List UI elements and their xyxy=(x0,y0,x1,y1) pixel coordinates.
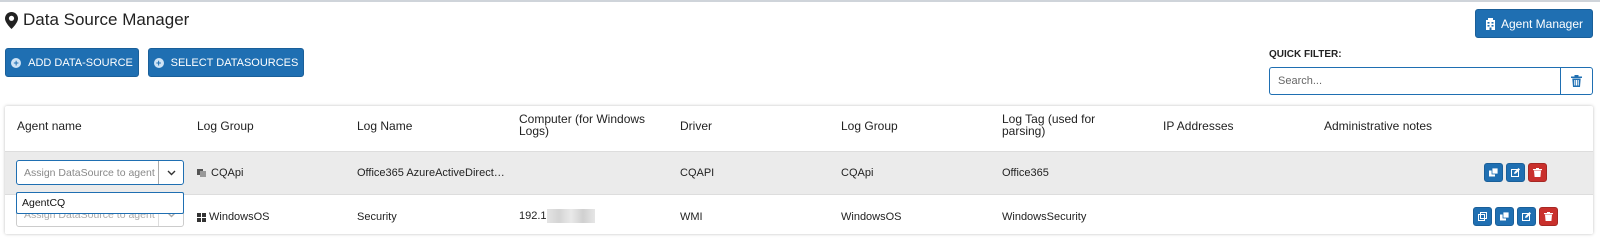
edit-button[interactable] xyxy=(1506,163,1525,182)
assign-agent-select[interactable]: Assign DataSource to agent xyxy=(16,160,184,185)
plus-circle-icon: + xyxy=(11,57,22,68)
clone-icon xyxy=(1478,212,1487,221)
column-header-driver[interactable]: Driver xyxy=(680,120,712,132)
log-group-text: WindowsOS xyxy=(209,211,270,223)
log-group-cell: CQApi xyxy=(197,167,243,179)
building-icon xyxy=(1485,17,1495,30)
trash-icon xyxy=(1571,75,1582,87)
log-group-2-cell: WindowsOS xyxy=(841,211,902,223)
select-datasources-button[interactable]: + SELECT DATASOURCES xyxy=(148,48,304,77)
column-header-log-group[interactable]: Log Group xyxy=(197,120,254,132)
column-header-admin-notes[interactable]: Administrative notes xyxy=(1324,120,1432,132)
windows-icon xyxy=(197,212,206,222)
log-name-cell: Office365 AzureActiveDirect… xyxy=(357,167,505,179)
quick-filter-search-input[interactable] xyxy=(1269,67,1560,95)
agent-manager-label: Agent Manager xyxy=(1500,16,1584,31)
delete-icon xyxy=(1544,212,1553,221)
computer-cell: 192.1 xyxy=(519,209,595,223)
delete-button[interactable] xyxy=(1539,207,1558,226)
column-header-log-group-2[interactable]: Log Group xyxy=(841,120,898,132)
log-name-cell: Security xyxy=(357,211,397,223)
agent-dropdown-option[interactable]: AgentCQ xyxy=(16,192,184,214)
assign-agent-placeholder: Assign DataSource to agent xyxy=(24,166,155,179)
page-title: Data Source Manager xyxy=(5,10,189,30)
table-row[interactable]: Assign DataSource to agent WindowsOS Sec… xyxy=(5,194,1593,234)
add-datasource-button[interactable]: + ADD DATA-SOURCE xyxy=(5,48,139,77)
delete-button[interactable] xyxy=(1528,163,1547,182)
column-header-log-name[interactable]: Log Name xyxy=(357,120,412,132)
top-border xyxy=(0,0,1600,2)
log-group-2-cell: CQApi xyxy=(841,167,874,179)
log-tag-cell: Office365 xyxy=(1002,167,1049,179)
column-header-computer[interactable]: Computer (for Windows Logs) xyxy=(519,113,659,137)
redacted-block xyxy=(546,209,595,223)
datasource-table: Agent name Log Group Log Name Computer (… xyxy=(5,106,1593,234)
copy-icon xyxy=(1489,168,1498,177)
edit-icon xyxy=(1522,212,1531,221)
api-icon xyxy=(197,169,206,177)
column-header-agent-name[interactable]: Agent name xyxy=(17,120,82,132)
column-header-ip-addresses[interactable]: IP Addresses xyxy=(1163,120,1234,132)
map-marker-icon xyxy=(5,11,18,29)
clear-filter-button[interactable] xyxy=(1560,67,1593,95)
page-title-text: Data Source Manager xyxy=(23,10,190,29)
copy-button[interactable] xyxy=(1495,207,1514,226)
add-datasource-label: ADD DATA-SOURCE xyxy=(28,56,133,69)
copy-button[interactable] xyxy=(1484,163,1503,182)
computer-text: 192.1 xyxy=(519,209,547,222)
agent-manager-button[interactable]: Agent Manager xyxy=(1475,9,1593,38)
log-group-text: CQApi xyxy=(211,167,244,179)
plus-circle-icon: + xyxy=(153,57,164,68)
clone-button[interactable] xyxy=(1473,207,1492,226)
chevron-down-icon[interactable] xyxy=(158,161,183,184)
quick-filter-label: QUICK FILTER: xyxy=(1269,49,1342,60)
edit-button[interactable] xyxy=(1517,207,1536,226)
edit-icon xyxy=(1511,168,1520,177)
driver-cell: CQAPI xyxy=(680,167,715,179)
table-row[interactable]: Assign DataSource to agent CQApi Office3… xyxy=(5,151,1593,195)
column-header-log-tag[interactable]: Log Tag (used for parsing) xyxy=(1002,113,1112,137)
driver-cell: WMI xyxy=(680,211,703,223)
log-group-cell: WindowsOS xyxy=(197,211,270,223)
copy-icon xyxy=(1500,212,1509,221)
select-datasources-label: SELECT DATASOURCES xyxy=(170,56,299,69)
log-tag-cell: WindowsSecurity xyxy=(1002,211,1087,223)
delete-icon xyxy=(1533,168,1542,177)
